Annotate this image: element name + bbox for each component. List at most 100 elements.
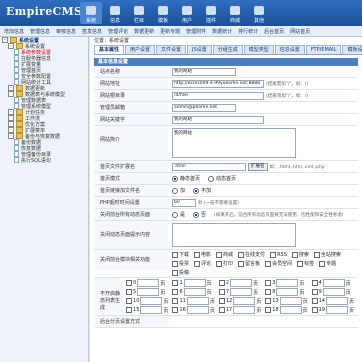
module-checkbox[interactable] bbox=[319, 260, 326, 267]
email-input[interactable]: admin@phome.net bbox=[172, 103, 236, 112]
radio-button[interactable] bbox=[208, 175, 215, 182]
module-checkbox[interactable] bbox=[238, 260, 245, 267]
page-checkbox[interactable] bbox=[218, 307, 225, 313]
page-checkbox[interactable] bbox=[126, 307, 133, 313]
page-input[interactable] bbox=[276, 279, 299, 287]
settings-tab[interactable]: 基本属性 bbox=[94, 45, 125, 54]
page-input[interactable] bbox=[137, 288, 160, 296]
page-checkbox[interactable] bbox=[265, 298, 272, 304]
module-checkbox[interactable] bbox=[194, 251, 201, 258]
module-checkbox[interactable] bbox=[265, 260, 272, 267]
radio-button[interactable] bbox=[172, 211, 178, 218]
page-input[interactable] bbox=[140, 306, 163, 314]
top-nav-item[interactable]: 其他 bbox=[248, 2, 270, 24]
page-checkbox[interactable] bbox=[311, 280, 318, 286]
page-checkbox[interactable] bbox=[172, 289, 179, 295]
page-input[interactable] bbox=[183, 279, 206, 287]
sidebar-item[interactable]: 执行SQL语句 bbox=[0, 157, 88, 164]
desc-textarea[interactable]: 我的网站 bbox=[172, 128, 296, 158]
php-time-input[interactable]: 60 bbox=[172, 198, 196, 207]
module-checkbox[interactable] bbox=[172, 251, 178, 258]
page-checkbox[interactable] bbox=[218, 298, 225, 304]
top-nav-item[interactable]: 模板 bbox=[152, 2, 174, 24]
page-checkbox[interactable] bbox=[265, 280, 272, 286]
page-input[interactable] bbox=[186, 306, 209, 314]
menu-link[interactable]: 增加信息 bbox=[4, 28, 24, 35]
module-checkbox[interactable] bbox=[172, 269, 178, 276]
top-nav-item[interactable]: 系统 bbox=[80, 2, 102, 24]
menu-link[interactable]: 签发信息 bbox=[82, 28, 102, 35]
page-checkbox[interactable] bbox=[218, 280, 225, 286]
top-nav-item[interactable]: 栏目 bbox=[128, 2, 150, 24]
page-checkbox[interactable] bbox=[172, 298, 179, 304]
page-input[interactable] bbox=[322, 288, 345, 296]
page-checkbox[interactable] bbox=[311, 307, 318, 313]
page-input[interactable] bbox=[279, 297, 302, 305]
menu-link[interactable]: 排行统计 bbox=[238, 28, 258, 35]
settings-tab[interactable]: 分组生成 bbox=[212, 45, 243, 54]
page-checkbox[interactable] bbox=[126, 289, 133, 295]
close-msg-textarea[interactable] bbox=[172, 223, 296, 247]
menu-link[interactable]: 数据统计 bbox=[212, 28, 232, 35]
radio-button[interactable] bbox=[193, 187, 200, 194]
menu-link[interactable]: 网站首页 bbox=[290, 28, 310, 35]
settings-tab[interactable]: 信息设置 bbox=[274, 45, 305, 54]
page-checkbox[interactable] bbox=[172, 280, 179, 286]
menu-link[interactable]: 管理评论 bbox=[108, 28, 128, 35]
page-checkbox[interactable] bbox=[126, 280, 133, 286]
site-name-input[interactable]: 我的网站 bbox=[172, 67, 236, 76]
page-checkbox[interactable] bbox=[126, 298, 133, 304]
menu-link[interactable]: 后台首页 bbox=[264, 28, 284, 35]
radio-button[interactable] bbox=[172, 175, 178, 182]
page-input[interactable] bbox=[233, 297, 256, 305]
page-input[interactable] bbox=[322, 279, 345, 287]
page-input[interactable] bbox=[183, 288, 206, 296]
menu-link[interactable]: 管理信息 bbox=[30, 28, 50, 35]
module-checkbox[interactable] bbox=[194, 260, 201, 267]
page-input[interactable] bbox=[140, 297, 163, 305]
module-checkbox[interactable] bbox=[216, 260, 223, 267]
index-ext-input[interactable]: .html bbox=[172, 162, 246, 171]
keywords-input[interactable]: 我的网站 bbox=[172, 115, 264, 124]
top-nav-item[interactable]: 信息 bbox=[104, 2, 126, 24]
page-input[interactable] bbox=[279, 306, 302, 314]
page-input[interactable] bbox=[233, 306, 256, 314]
menu-link[interactable]: 数据更新 bbox=[134, 28, 154, 35]
module-checkbox[interactable] bbox=[297, 260, 304, 267]
page-input[interactable] bbox=[276, 288, 299, 296]
page-input[interactable] bbox=[137, 279, 160, 287]
page-checkbox[interactable] bbox=[265, 289, 272, 295]
index-ext-select[interactable]: 扩展名 bbox=[248, 162, 268, 171]
page-checkbox[interactable] bbox=[172, 307, 179, 313]
top-nav-item[interactable]: 用户 bbox=[176, 2, 198, 24]
settings-tab[interactable]: 模型类型 bbox=[243, 45, 274, 54]
top-nav-item[interactable]: 商城 bbox=[224, 2, 246, 24]
page-checkbox[interactable] bbox=[311, 289, 318, 295]
settings-tab[interactable]: 文件设置 bbox=[156, 45, 187, 54]
page-input[interactable] bbox=[325, 297, 348, 305]
top-nav-item[interactable]: 插件 bbox=[200, 2, 222, 24]
module-checkbox[interactable] bbox=[172, 260, 178, 267]
module-checkbox[interactable] bbox=[291, 251, 298, 258]
radio-button[interactable] bbox=[172, 187, 178, 194]
radio-button[interactable] bbox=[193, 211, 200, 218]
menu-link[interactable]: 管理附件 bbox=[186, 28, 206, 35]
module-checkbox[interactable] bbox=[313, 251, 320, 258]
page-checkbox[interactable] bbox=[265, 307, 272, 313]
site-url-input[interactable]: http://ecms009-4.99yueome.net:8888 bbox=[172, 79, 264, 88]
settings-tab[interactable]: 模板设置 bbox=[342, 45, 362, 54]
settings-tab[interactable]: JS设置 bbox=[187, 45, 212, 54]
menu-link[interactable]: 审核信息 bbox=[56, 28, 76, 35]
settings-tab[interactable]: 用户设置 bbox=[125, 45, 156, 54]
page-input[interactable] bbox=[325, 306, 348, 314]
module-checkbox[interactable] bbox=[238, 251, 245, 258]
page-input[interactable] bbox=[230, 288, 253, 296]
module-checkbox[interactable] bbox=[216, 251, 223, 258]
page-input[interactable] bbox=[230, 279, 253, 287]
page-checkbox[interactable] bbox=[311, 298, 318, 304]
menu-link[interactable]: 更新专题 bbox=[160, 28, 180, 35]
page-checkbox[interactable] bbox=[218, 289, 225, 295]
page-input[interactable] bbox=[186, 297, 209, 305]
settings-tab[interactable]: FTP/EMAIL bbox=[305, 45, 342, 54]
module-checkbox[interactable] bbox=[270, 251, 277, 258]
